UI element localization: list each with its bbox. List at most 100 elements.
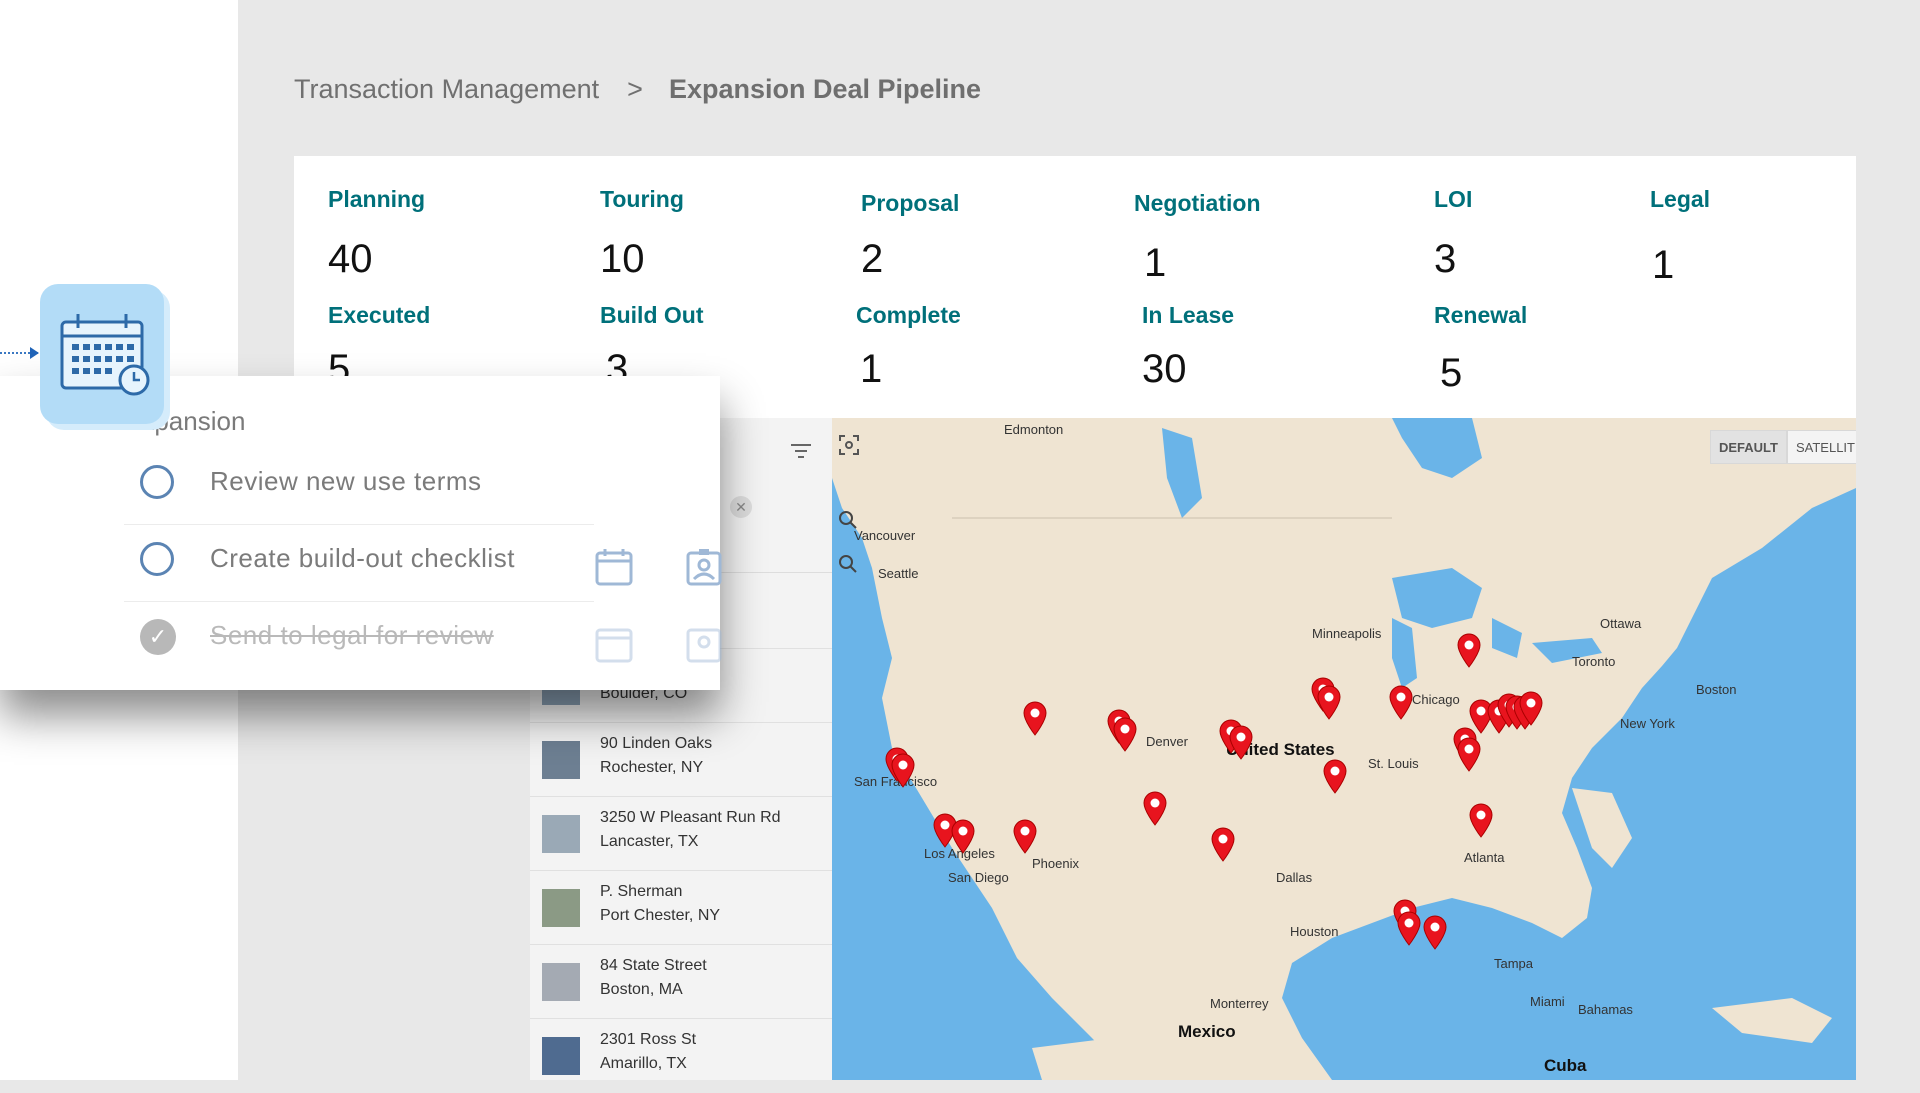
map-pin-icon[interactable] bbox=[1142, 790, 1168, 826]
map-label: Toronto bbox=[1572, 654, 1616, 669]
map-pin-icon[interactable] bbox=[1396, 910, 1422, 946]
stat-value: 40 bbox=[328, 237, 373, 281]
map-view[interactable]: DEFAULT SATELLITE Edmonton Vancouver Sea… bbox=[832, 418, 1856, 1080]
stat-label: LOI bbox=[1434, 186, 1473, 212]
stat-label: Complete bbox=[856, 302, 961, 328]
stat-label: Negotiation bbox=[1134, 190, 1261, 216]
map-label: San Diego bbox=[948, 870, 1009, 885]
calendar-icon[interactable] bbox=[594, 624, 634, 664]
property-city: Boston, MA bbox=[600, 981, 683, 998]
map-pin-icon[interactable] bbox=[1316, 684, 1342, 720]
map-pin-icon[interactable] bbox=[1228, 724, 1254, 760]
checklist-task[interactable]: Review new use terms bbox=[0, 448, 600, 525]
property-address: 3250 W Pleasant Run Rd bbox=[600, 809, 781, 826]
breadcrumb-parent[interactable]: Transaction Management bbox=[294, 74, 599, 104]
stat-label: In Lease bbox=[1142, 302, 1235, 328]
task-checkbox[interactable] bbox=[140, 465, 174, 499]
map-pin-icon[interactable] bbox=[1456, 736, 1482, 772]
map-pin-icon[interactable] bbox=[1112, 716, 1138, 752]
list-item[interactable]: 3250 W Pleasant Run Rd Lancaster, TX bbox=[530, 796, 832, 871]
property-address: 84 State Street bbox=[600, 957, 707, 974]
property-address: 2301 Ross St bbox=[600, 1031, 697, 1048]
stat-label: Legal bbox=[1650, 186, 1711, 212]
map-label: Ottawa bbox=[1600, 616, 1642, 631]
task-checkbox[interactable] bbox=[140, 542, 174, 576]
calendar-icon[interactable] bbox=[594, 547, 634, 587]
building-thumbnail bbox=[542, 741, 580, 779]
stat-complete[interactable]: Complete 1 bbox=[856, 302, 961, 392]
zoom-out-icon[interactable] bbox=[838, 554, 862, 578]
stat-value: 1 bbox=[860, 347, 883, 391]
property-city: Lancaster, TX bbox=[600, 833, 699, 850]
map-label: Boston bbox=[1696, 682, 1737, 697]
property-city: Rochester, NY bbox=[600, 759, 704, 776]
task-complete-check-icon[interactable]: ✓ bbox=[140, 619, 176, 655]
list-item[interactable]: 2301 Ross St Amarillo, TX bbox=[530, 1018, 832, 1093]
map-pin-icon[interactable] bbox=[1388, 684, 1414, 720]
stat-proposal[interactable]: Proposal 2 bbox=[861, 190, 959, 282]
property-city: Amarillo, TX bbox=[600, 1055, 687, 1072]
map-label: Miami bbox=[1530, 994, 1565, 1009]
stat-label: Touring bbox=[600, 186, 684, 212]
map-pin-icon[interactable] bbox=[890, 752, 916, 788]
stat-label: Executed bbox=[328, 302, 431, 328]
stat-label: Planning bbox=[328, 186, 426, 212]
map-satellite-button[interactable]: SATELLITE bbox=[1786, 430, 1856, 464]
checklist-task[interactable]: ✓ Send to legal for review bbox=[0, 602, 722, 678]
stat-value: 5 bbox=[1440, 351, 1463, 395]
map-pin-icon[interactable] bbox=[1322, 758, 1348, 794]
map-label: Bahamas bbox=[1578, 1002, 1633, 1017]
map-type-toggle: DEFAULT SATELLITE bbox=[1710, 430, 1856, 464]
map-label: Atlanta bbox=[1464, 850, 1505, 865]
stat-legal[interactable]: Legal 1 bbox=[1650, 186, 1710, 288]
map-label: Mexico bbox=[1178, 1022, 1236, 1041]
stat-planning[interactable]: Planning 40 bbox=[328, 186, 425, 282]
map-label: Seattle bbox=[878, 566, 919, 581]
task-label: Review new use terms bbox=[210, 466, 482, 496]
stat-value: 30 bbox=[1142, 347, 1187, 391]
stat-label: Proposal bbox=[861, 190, 960, 216]
map-label: St. Louis bbox=[1368, 756, 1419, 771]
task-label: Create build-out checklist bbox=[210, 543, 515, 573]
stat-value: 3 bbox=[1434, 237, 1457, 281]
map-pin-icon[interactable] bbox=[1456, 632, 1482, 668]
map-label: Denver bbox=[1146, 734, 1188, 749]
stat-loi[interactable]: LOI 3 bbox=[1434, 186, 1472, 282]
filter-icon[interactable] bbox=[790, 442, 812, 465]
list-item[interactable]: 84 State Street Boston, MA bbox=[530, 944, 832, 1019]
map-canvas bbox=[832, 418, 1856, 1080]
map-pin-icon[interactable] bbox=[950, 818, 976, 854]
assign-contact-icon[interactable] bbox=[684, 624, 724, 664]
map-label: Cuba bbox=[1544, 1056, 1587, 1075]
breadcrumb-separator: > bbox=[627, 74, 643, 104]
stat-value: 1 bbox=[1144, 241, 1167, 285]
stat-value: 1 bbox=[1652, 243, 1675, 287]
stat-renewal[interactable]: Renewal 5 bbox=[1434, 302, 1527, 396]
map-label: New York bbox=[1620, 716, 1675, 731]
list-item[interactable]: P. Sherman Port Chester, NY bbox=[530, 870, 832, 945]
building-thumbnail bbox=[542, 1037, 580, 1075]
map-label: Tampa bbox=[1494, 956, 1534, 971]
stat-negotiation[interactable]: Negotiation 1 bbox=[1134, 190, 1261, 286]
map-label: Minneapolis bbox=[1312, 626, 1382, 641]
map-pin-icon[interactable] bbox=[1022, 700, 1048, 736]
map-pin-icon[interactable] bbox=[1518, 690, 1544, 726]
building-thumbnail bbox=[542, 815, 580, 853]
property-address: 90 Linden Oaks bbox=[600, 735, 713, 752]
map-default-button[interactable]: DEFAULT bbox=[1710, 430, 1787, 464]
stat-in-lease[interactable]: In Lease 30 bbox=[1142, 302, 1234, 392]
map-pin-icon[interactable] bbox=[1468, 802, 1494, 838]
stat-touring[interactable]: Touring 10 bbox=[600, 186, 684, 282]
map-pin-icon[interactable] bbox=[1012, 818, 1038, 854]
map-label: Edmonton bbox=[1004, 422, 1064, 437]
clear-search-icon[interactable]: ✕ bbox=[730, 496, 752, 518]
breadcrumb: Transaction Management > Expansion Deal Pi… bbox=[294, 74, 981, 105]
checklist-task[interactable]: Create build-out checklist bbox=[0, 525, 722, 602]
list-item[interactable]: 90 Linden Oaks Rochester, NY bbox=[530, 722, 832, 797]
stat-value: 2 bbox=[861, 237, 884, 281]
map-pin-icon[interactable] bbox=[1422, 914, 1448, 950]
assign-contact-icon[interactable] bbox=[684, 547, 724, 587]
map-pin-icon[interactable] bbox=[1210, 826, 1236, 862]
property-city: Port Chester, NY bbox=[600, 907, 721, 924]
fullscreen-icon[interactable] bbox=[838, 434, 862, 458]
